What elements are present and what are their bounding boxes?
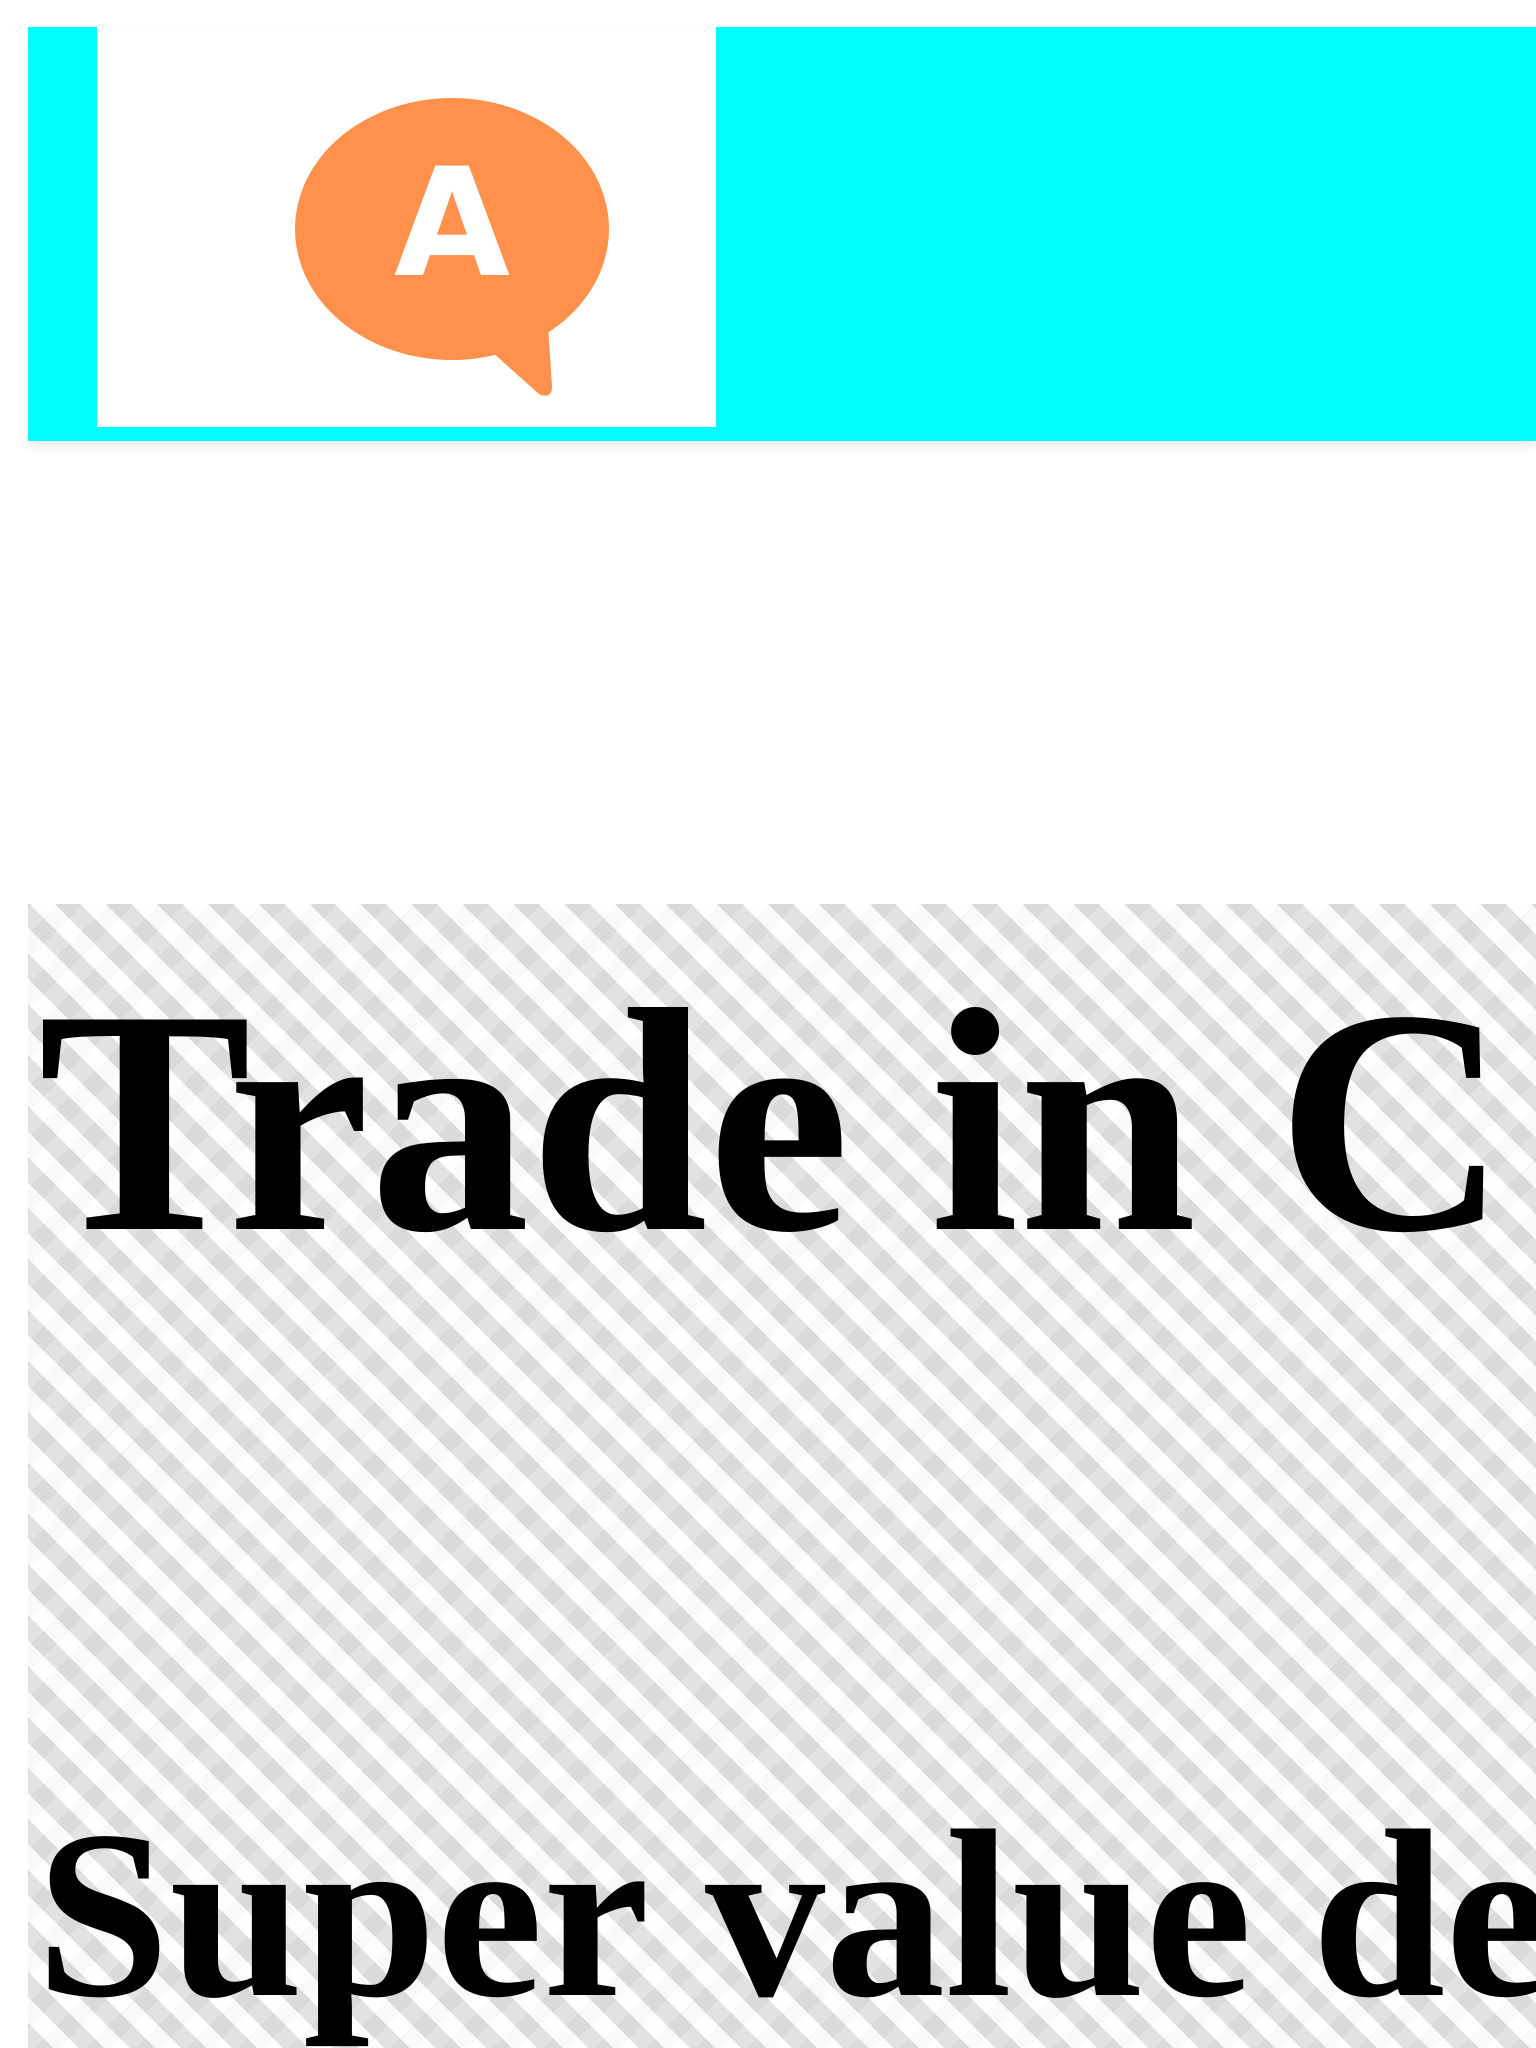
page: A Trade in C Super value de bbox=[0, 0, 1536, 2048]
hero-subtitle: Super value de bbox=[36, 1781, 1536, 2047]
hero-title: Trade in C bbox=[38, 945, 1508, 1299]
logo-letter: A bbox=[394, 137, 510, 311]
speech-bubble-letter-a-icon: A bbox=[295, 98, 609, 396]
site-header: A bbox=[28, 27, 1536, 441]
hero-banner: Trade in C Super value de bbox=[28, 904, 1536, 2048]
logo-link[interactable]: A bbox=[97, 27, 716, 427]
